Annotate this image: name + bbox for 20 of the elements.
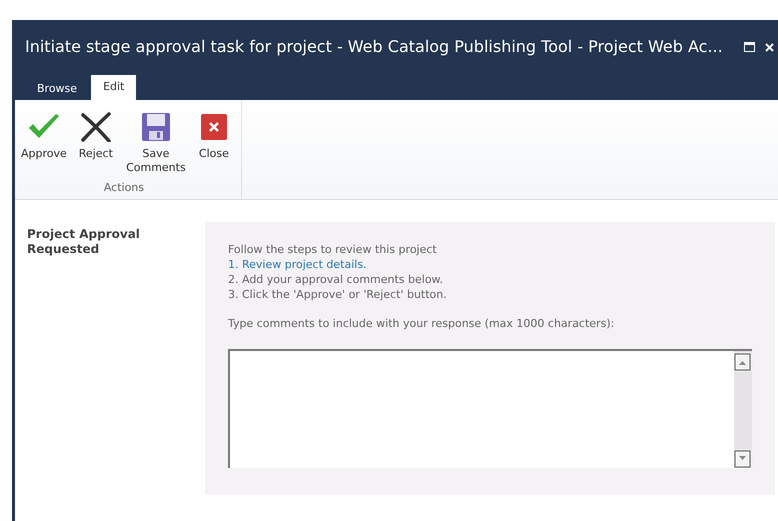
close-icon[interactable] bbox=[765, 42, 774, 52]
ribbon-group-label: Actions bbox=[102, 180, 146, 196]
project-details-link[interactable]: 1. Review project details. bbox=[228, 257, 367, 272]
window-title: Initiate stage approval task for project - Web Catalog Publishing Tool - Project Web Ac... bbox=[25, 36, 724, 58]
close-box-icon bbox=[200, 114, 227, 140]
close-button[interactable]: Close bbox=[194, 110, 233, 161]
cross-icon bbox=[80, 112, 112, 142]
instructions-text: Follow the steps to review this project bbox=[228, 242, 438, 257]
maximize-icon[interactable] bbox=[744, 42, 755, 52]
step-text: 2. Add your approval comments below. bbox=[228, 272, 444, 287]
step-text: 3. Click the 'Approve' or 'Reject' button. bbox=[228, 287, 448, 302]
save-button[interactable]: Save Comments bbox=[120, 110, 191, 175]
scrollbar-drawing[interactable] bbox=[734, 351, 752, 468]
approve-button[interactable]: Approve bbox=[17, 110, 71, 161]
section-label: Project Approval Requested bbox=[26, 226, 141, 258]
ribbon-tab[interactable]: Edit bbox=[91, 75, 136, 100]
comments-label: Type comments to include with your response (max 1000 characters): bbox=[228, 316, 616, 331]
ribbon-tab[interactable]: Browse bbox=[25, 78, 90, 100]
comments-field[interactable] bbox=[228, 349, 752, 468]
reject-button[interactable]: Reject bbox=[74, 110, 117, 161]
